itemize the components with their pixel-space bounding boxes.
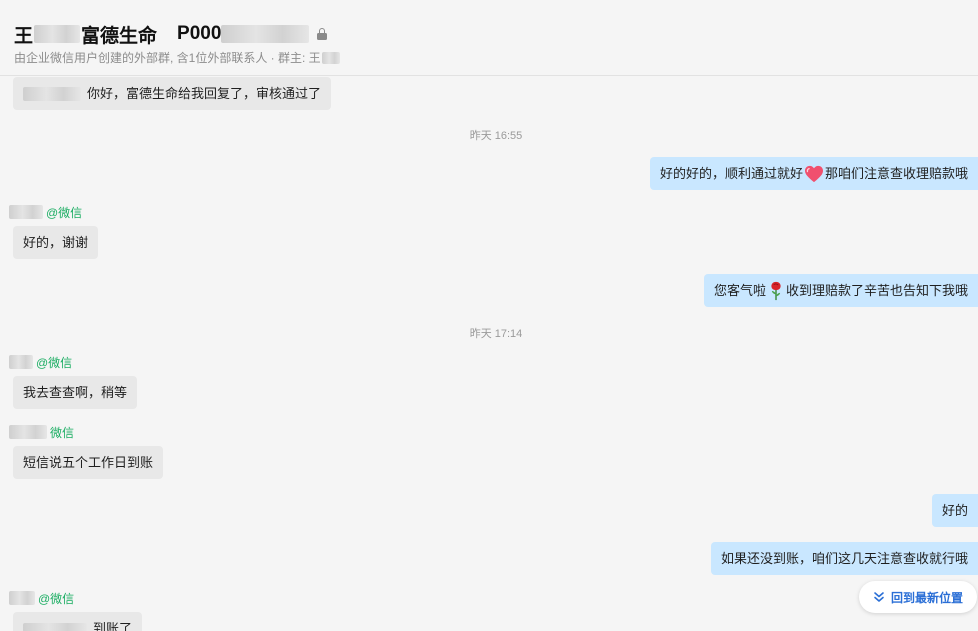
redacted-text [23,622,87,631]
double-chevron-down-icon [874,592,884,602]
message-text: 收到理赔款了辛苦也告知下我哦 [785,283,968,298]
redacted-sender [9,355,33,369]
message-outgoing[interactable]: 好的好的，顺利通过就好 那咱们注意查收理赔款哦 [649,157,978,190]
message-incoming[interactable]: 你好，富德生命给我回复了，审核通过了 [13,77,332,110]
redacted-sender [9,591,35,605]
rose-icon [771,281,781,300]
timestamp: 昨天 16:55 [469,130,523,142]
message-incoming[interactable]: 短信说五个工作日到账 [13,446,164,479]
wechat-tag: @微信 [46,205,83,220]
message-text: 我去查查啊，稍等 [23,385,128,400]
chat-subtitle: 由企业微信用户创建的外部群, 含1位外部联系人 · 群主: 王 [14,49,340,66]
message-text: 到账了 [93,621,133,631]
message-text: 好的好的，顺利通过就好 [659,166,803,181]
title-name: 王 [14,25,34,47]
redacted-code [221,25,310,43]
redacted-name [34,25,81,43]
chat-window: 王 富德生命 P000 由企业微信用户创建的外部群, 含1位外部联系人 · 群主… [0,0,978,631]
message-incoming[interactable]: 到账了 [13,612,143,631]
message-incoming[interactable]: 好的，谢谢 [13,226,99,259]
sender-label: @微信 [9,590,74,606]
lock-icon [317,28,328,40]
chat-header: 王 富德生命 P000 由企业微信用户创建的外部群, 含1位外部联系人 · 群主… [0,0,978,76]
message-text: 你好，富德生命给我回复了，审核通过了 [87,86,322,101]
message-incoming[interactable]: 我去查查啊，稍等 [13,376,138,409]
wechat-tag: 微信 [50,425,75,440]
message-outgoing[interactable]: 如果还没到账，咱们这几天注意查收就行哦 [710,542,978,575]
timestamp: 昨天 17:14 [469,328,523,340]
message-text: 如果还没到账，咱们这几天注意查收就行哦 [720,551,968,566]
message-text: 好的 [941,503,968,518]
redacted-sender [9,205,43,219]
redacted-sender [9,425,47,439]
heart-icon [804,165,823,182]
wechat-tag: @微信 [36,355,73,370]
subtitle-text: 由企业微信用户创建的外部群, 含1位外部联系人 · 群主: 王 [14,51,321,65]
title-code: P000 [177,23,222,44]
redacted-owner [321,51,340,64]
message-outgoing[interactable]: 好的 [931,494,978,527]
sender-label: @微信 [9,204,82,220]
chat-title: 王 富德生命 P000 [14,21,328,47]
message-text: 好的，谢谢 [23,235,89,250]
title-company: 富德生命 [81,25,158,47]
message-list[interactable]: 你好，富德生命给我回复了，审核通过了 昨天 16:55 好的好的，顺利通过就好 … [0,77,978,631]
redacted-mention [23,86,81,101]
message-text: 短信说五个工作日到账 [23,455,154,470]
jump-label: 回到最新位置 [890,590,963,605]
wechat-tag: @微信 [38,591,75,606]
jump-to-latest-button[interactable]: 回到最新位置 [859,581,977,613]
message-outgoing[interactable]: 您客气啦 收到理赔款了辛苦也告知下我哦 [703,274,978,307]
message-text: 那咱们注意查收理赔款哦 [824,166,968,181]
message-text: 您客气啦 [713,283,766,298]
sender-label: 微信 [9,424,74,440]
sender-label: @微信 [9,354,72,370]
